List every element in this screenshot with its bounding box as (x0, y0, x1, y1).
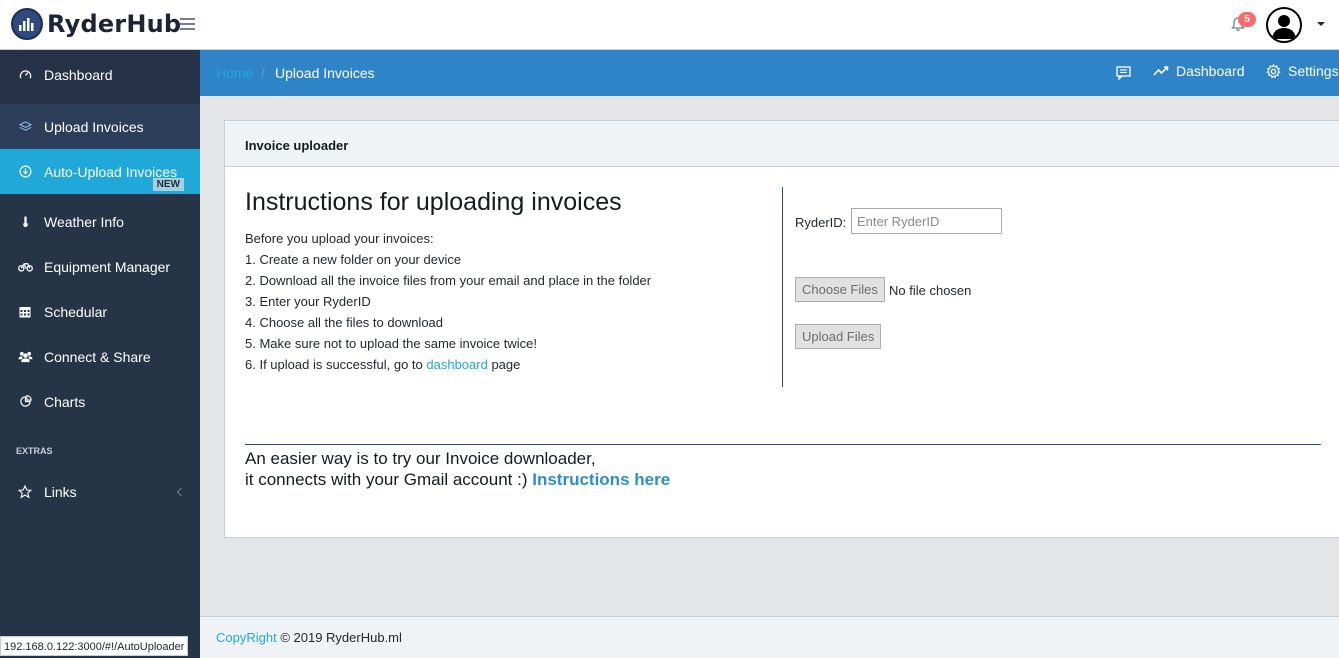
bicycle-icon (17, 259, 33, 275)
speedometer-icon (17, 67, 33, 83)
users-icon (17, 349, 33, 365)
instruction-step: 1. Create a new folder on your device (245, 252, 462, 267)
sidebar-item-equipment-manager[interactable]: Equipment Manager (0, 244, 200, 289)
sidebar-item-label: Dashboard (44, 66, 113, 83)
promo-line-1: An easier way is to try our Invoice down… (245, 449, 596, 468)
step6-suffix: page (487, 357, 521, 372)
breadcrumb-settings-label: Settings (1288, 63, 1339, 79)
sidebar-item-label: Equipment Manager (44, 258, 171, 275)
vertical-divider (782, 187, 783, 387)
trend-line-icon (1153, 65, 1169, 77)
sidebar-item-upload-invoices[interactable]: Upload Invoices (0, 104, 200, 149)
chevron-down-icon[interactable] (1317, 22, 1325, 26)
sidebar-toggle-button[interactable] (180, 18, 195, 32)
sidebar-item-label: Links (44, 483, 77, 500)
instruction-step: 4. Choose all the files to download (245, 315, 444, 330)
horizontal-divider (245, 444, 1321, 445)
sidebar-item-label: Upload Invoices (44, 118, 144, 135)
gear-icon (1266, 63, 1281, 79)
brand[interactable]: RyderHub (11, 8, 181, 40)
calendar-icon (17, 304, 33, 320)
copyright-link[interactable]: CopyRight (216, 630, 277, 645)
dashboard-link[interactable]: dashboard (426, 357, 487, 372)
invoice-uploader-card: Invoice uploader Instructions for upload… (224, 120, 1339, 538)
sidebar-item-schedular[interactable]: Schedular (0, 289, 200, 334)
breadcrumb-dashboard-label: Dashboard (1176, 63, 1245, 79)
upload-files-button[interactable]: Upload Files (795, 324, 882, 349)
sidebar-item-charts[interactable]: Charts (0, 379, 200, 424)
new-badge: NEW (152, 178, 184, 191)
card-title: Invoice uploader (245, 138, 349, 153)
instruction-step: 5. Make sure not to upload the same invo… (245, 336, 537, 351)
downloader-promo: An easier way is to try our Invoice down… (245, 448, 670, 490)
app-header: RyderHub 5 (0, 0, 1339, 50)
step6-prefix: 6. If upload is successful, go to (245, 357, 427, 372)
breadcrumb-current: Upload Invoices (275, 65, 375, 81)
sidebar-item-label: Charts (44, 393, 86, 410)
breadcrumb-dashboard-link[interactable]: Dashboard (1153, 63, 1245, 79)
extras-title: EXTRAS (16, 446, 53, 456)
instruction-step: 2. Download all the invoice files from y… (245, 273, 652, 288)
instructions-list: Before you upload your invoices: 1. Crea… (245, 228, 651, 375)
breadcrumb-settings-link[interactable]: Settings (1266, 63, 1339, 79)
chevron-left-icon (176, 487, 186, 496)
instructions-heading: Instructions for uploading invoices (245, 188, 622, 216)
instructions-intro: Before you upload your invoices: (245, 231, 434, 246)
layers-icon (17, 119, 33, 135)
footer-text: © 2019 RyderHub.ml (276, 630, 402, 645)
instruction-step: 6. If upload is successful, go to dashbo… (245, 354, 651, 375)
breadcrumb: Home / Upload Invoices Dashboard Setting… (200, 50, 1339, 96)
footer-content: CopyRight © 2019 RyderHub.ml (216, 630, 402, 645)
instructions-here-link[interactable]: Instructions here (532, 470, 670, 489)
choose-files-button[interactable]: Choose Files (795, 277, 885, 302)
star-icon (17, 484, 33, 500)
thermometer-icon (17, 214, 33, 230)
sidebar-item-label: Weather Info (44, 213, 124, 230)
sidebar-item-dashboard[interactable]: Dashboard (0, 52, 200, 97)
file-status-text: No file chosen (889, 283, 972, 298)
promo-line-2: it connects with your Gmail account :) I… (245, 469, 670, 490)
brand-logo-icon (11, 8, 43, 40)
notification-badge: 5 (1238, 12, 1256, 27)
promo-line-2-text: it connects with your Gmail account :) (245, 470, 533, 489)
download-circle-icon (17, 164, 33, 180)
sidebar-item-auto-upload-invoices[interactable]: Auto-Upload Invoices NEW (0, 149, 200, 194)
footer: CopyRight © 2019 RyderHub.ml (200, 616, 1339, 658)
sidebar-item-links[interactable]: Links (0, 469, 200, 514)
card-header: Invoice uploader (225, 121, 1339, 167)
pie-chart-icon (17, 394, 33, 410)
sidebar-item-connect-share[interactable]: Connect & Share (0, 334, 200, 379)
sidebar-item-label: Schedular (44, 303, 108, 320)
speech-bubble-icon[interactable] (1116, 66, 1131, 80)
ryderid-input[interactable] (851, 208, 1002, 234)
avatar[interactable] (1266, 7, 1302, 43)
sidebar-item-label: Connect & Share (44, 348, 151, 365)
breadcrumb-separator: / (261, 65, 265, 81)
ryderid-label: RyderID: (795, 215, 847, 230)
status-bar-url: 192.168.0.122:3000/#!/AutoUploader (0, 636, 189, 656)
sidebar: Dashboard Upload Invoices Auto-Upload In… (0, 50, 200, 658)
brand-name: RyderHub (47, 10, 182, 38)
sidebar-item-weather-info[interactable]: Weather Info (0, 199, 200, 244)
breadcrumb-home-link[interactable]: Home (216, 65, 253, 81)
instruction-step: 3. Enter your RyderID (245, 294, 371, 309)
